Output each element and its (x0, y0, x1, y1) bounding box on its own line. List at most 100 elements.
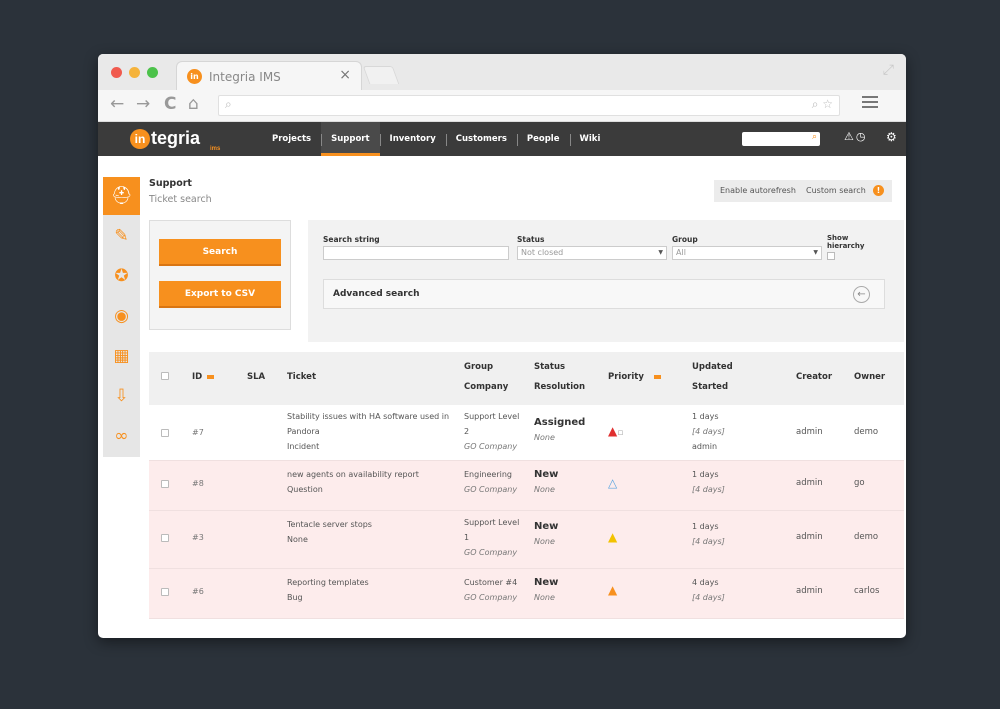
ticket-owner: carlos (854, 586, 880, 596)
col-owner[interactable]: Owner (854, 372, 885, 382)
status-select[interactable]: Not closed ▼ (517, 246, 667, 260)
arrow-left-circle-icon[interactable]: ← (853, 286, 870, 303)
col-resolution[interactable]: Resolution (534, 382, 585, 392)
ticket-id[interactable]: #6 (192, 584, 204, 599)
integria-logo[interactable]: in tegria ims (130, 128, 220, 152)
action-panel: Search Export to CSV (149, 220, 291, 330)
priority-low-icon: △ (608, 476, 618, 490)
custom-search-link[interactable]: Custom search (806, 186, 866, 195)
caret-down-icon: ▼ (813, 249, 818, 256)
col-priority[interactable]: Priority (608, 372, 661, 382)
ticket-updated: 1 days [4 days] admin (692, 412, 725, 451)
breadcrumb-section: Support (149, 178, 192, 189)
nav-customers[interactable]: Customers (445, 122, 517, 156)
minimize-window-button[interactable] (129, 67, 140, 78)
ticket-group: Support Level 2 GO Company (464, 412, 520, 451)
ticket-group: Support Level 1 GO Company (464, 518, 520, 557)
ticket-group: Engineering GO Company (464, 470, 518, 494)
col-status[interactable]: Status (534, 362, 565, 372)
ticket-owner: demo (854, 427, 879, 437)
col-id[interactable]: ID (192, 372, 215, 382)
show-hierarchy-checkbox[interactable] (827, 252, 835, 260)
ticket-creator: admin (796, 532, 823, 542)
page-title: Ticket search (149, 194, 212, 205)
row-checkbox[interactable] (161, 480, 169, 488)
search-icon[interactable]: ⌕ (812, 132, 817, 142)
ticket-owner: go (854, 478, 865, 488)
tab-title: Integria IMS (209, 70, 281, 84)
table-row[interactable]: #6 Reporting templates Bug Customer #4 GO … (149, 569, 904, 619)
ticket-owner: demo (854, 532, 879, 542)
info-icon[interactable]: ! (873, 185, 884, 196)
ticket-status: New None (534, 469, 559, 494)
fullscreen-icon[interactable]: ⤢ (883, 62, 894, 78)
app-header: in tegria ims Projects Support Inventory … (98, 122, 906, 156)
advanced-search-toggle[interactable]: Advanced search ← (323, 279, 885, 309)
ticket-creator: admin (796, 427, 823, 437)
enable-autorefresh-link[interactable]: Enable autorefresh (720, 186, 796, 195)
ticket-title[interactable]: Reporting templates Bug (287, 575, 462, 605)
row-checkbox[interactable] (161, 588, 169, 596)
select-all-checkbox[interactable] (161, 372, 169, 380)
nav-projects[interactable]: Projects (262, 122, 321, 156)
url-input[interactable]: ⌕ ⌕ ☆ (218, 95, 840, 116)
ticket-id[interactable]: #8 (192, 476, 204, 491)
header-search-input[interactable]: ⌕ (742, 132, 820, 146)
sidebar-badge-icon[interactable]: ✪ (103, 257, 140, 295)
col-updated[interactable]: Updated (692, 362, 733, 372)
browser-tab[interactable]: in Integria IMS × (176, 61, 362, 90)
caret-down-icon: ▼ (658, 249, 663, 256)
forward-arrow-icon[interactable]: → (136, 94, 150, 114)
search-button[interactable]: Search (159, 239, 281, 266)
ticket-id[interactable]: #7 (192, 425, 204, 440)
ticket-title[interactable]: Tentacle server stops None (287, 517, 462, 547)
sidebar-support-icon[interactable]: ⛑ (103, 177, 140, 215)
sort-icon (207, 374, 215, 379)
ticket-id[interactable]: #3 (192, 530, 204, 545)
hamburger-menu-icon[interactable] (862, 96, 878, 111)
nav-inventory[interactable]: Inventory (379, 122, 446, 156)
col-started[interactable]: Started (692, 382, 728, 392)
maximize-window-button[interactable] (147, 67, 158, 78)
sidebar-download-icon[interactable]: ⇩ (103, 377, 140, 415)
sidebar-calendar-icon[interactable]: ▦ (103, 337, 140, 375)
table-row[interactable]: #3 Tentacle server stops None Support Lev… (149, 511, 904, 569)
sidebar-ticket-icon[interactable]: ✎ (103, 217, 140, 255)
bookmark-star-icon[interactable]: ⌕ ☆ (812, 97, 833, 112)
status-label: Status (517, 235, 545, 244)
row-checkbox[interactable] (161, 429, 169, 437)
ticket-updated: 4 days [4 days] (692, 578, 725, 602)
col-creator[interactable]: Creator (796, 372, 832, 382)
group-select[interactable]: All ▼ (672, 246, 822, 260)
nav-people[interactable]: People (516, 122, 570, 156)
table-row[interactable]: #8 new agents on availability report Ques… (149, 461, 904, 511)
tab-close-icon[interactable]: × (339, 67, 351, 83)
row-checkbox[interactable] (161, 534, 169, 542)
ticket-title[interactable]: new agents on availability report Questio… (287, 467, 462, 497)
ticket-status: Assigned None (534, 417, 586, 442)
col-group[interactable]: Group (464, 362, 493, 372)
col-ticket[interactable]: Ticket (287, 372, 316, 382)
back-arrow-icon[interactable]: ← (110, 94, 124, 114)
export-csv-button[interactable]: Export to CSV (159, 281, 281, 308)
new-tab-button[interactable] (362, 66, 400, 84)
home-icon[interactable]: ⌂ (188, 94, 199, 114)
reload-icon[interactable]: C (164, 94, 176, 114)
nav-support[interactable]: Support (321, 122, 380, 156)
alert-clock-icons[interactable]: ⚠◷ (844, 130, 867, 143)
priority-warning-icon: ▲▫ (608, 424, 624, 438)
sidebar-link-icon[interactable]: ∞ (103, 417, 140, 455)
table-row[interactable]: #7 Stability issues with HA software use… (149, 405, 904, 461)
nav-wiki[interactable]: Wiki (569, 122, 611, 156)
sort-icon (653, 374, 661, 379)
col-sla[interactable]: SLA (247, 372, 265, 382)
close-window-button[interactable] (111, 67, 122, 78)
priority-high-icon: ▲ (608, 583, 618, 597)
gear-icon[interactable]: ⚙ (886, 130, 897, 144)
ticket-group: Customer #4 GO Company (464, 578, 518, 602)
search-string-input[interactable] (323, 246, 509, 260)
ticket-title[interactable]: Stability issues with HA software used i… (287, 409, 462, 454)
col-company[interactable]: Company (464, 382, 508, 392)
sidebar-chat-icon[interactable]: ◉ (103, 297, 140, 335)
group-label: Group (672, 235, 698, 244)
